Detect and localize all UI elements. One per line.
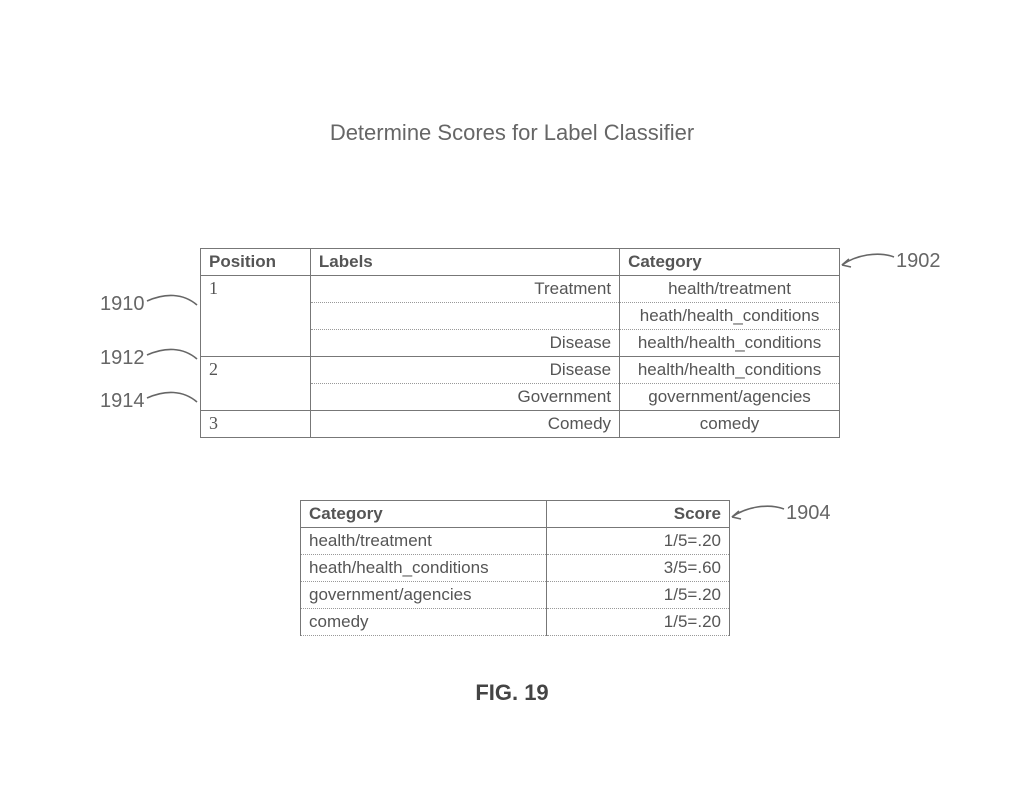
table-row: heath/health_conditions 3/5=.60	[301, 555, 730, 582]
cell-label	[310, 303, 619, 330]
cell-category: health/health_conditions	[620, 357, 840, 384]
col-category: Category	[620, 249, 840, 276]
callout-1912: 1912	[100, 345, 200, 371]
cell-score: 3/5=.60	[547, 555, 730, 582]
callout-label: 1910	[100, 293, 145, 316]
cell-category: heath/health_conditions	[620, 303, 840, 330]
cell-position: 3	[201, 411, 311, 438]
cell-label: Government	[310, 384, 619, 411]
scores-table: Category Score health/treatment 1/5=.20 …	[300, 500, 730, 636]
callout-label: 1904	[786, 502, 831, 525]
table-header-row: Category Score	[301, 501, 730, 528]
cell-category: government/agencies	[301, 582, 547, 609]
page-title: Determine Scores for Label Classifier	[0, 120, 1024, 146]
callout-1902: 1902	[838, 250, 941, 273]
cell-label: Disease	[310, 357, 619, 384]
labels-table: Position Labels Category 1 Treatment hea…	[200, 248, 840, 438]
table-row: comedy 1/5=.20	[301, 609, 730, 636]
table-row: government/agencies 1/5=.20	[301, 582, 730, 609]
leader-line-icon	[145, 345, 200, 371]
cell-label: Treatment	[310, 276, 619, 303]
col-position: Position	[201, 249, 311, 276]
cell-score: 1/5=.20	[547, 582, 730, 609]
callout-label: 1914	[100, 390, 145, 413]
cell-category: comedy	[620, 411, 840, 438]
cell-score: 1/5=.20	[547, 528, 730, 555]
figure-19: Determine Scores for Label Classifier Po…	[0, 0, 1024, 799]
cell-score: 1/5=.20	[547, 609, 730, 636]
cell-category: health/treatment	[620, 276, 840, 303]
col-labels: Labels	[310, 249, 619, 276]
figure-number: FIG. 19	[0, 680, 1024, 706]
cell-category: heath/health_conditions	[301, 555, 547, 582]
leader-line-icon	[145, 388, 200, 414]
cell-category: government/agencies	[620, 384, 840, 411]
table-row: 3 Comedy comedy	[201, 411, 840, 438]
callout-1910: 1910	[100, 291, 200, 317]
leader-arrow-icon	[838, 251, 896, 273]
cell-category: health/health_conditions	[620, 330, 840, 357]
callout-label: 1912	[100, 347, 145, 370]
leader-arrow-icon	[728, 503, 786, 525]
table-row: 1 Treatment health/treatment	[201, 276, 840, 303]
cell-label: Comedy	[310, 411, 619, 438]
cell-position: 1	[201, 276, 311, 357]
cell-category: health/treatment	[301, 528, 547, 555]
callout-1914: 1914	[100, 388, 200, 414]
table-row: health/treatment 1/5=.20	[301, 528, 730, 555]
callout-label: 1902	[896, 250, 941, 273]
col-category: Category	[301, 501, 547, 528]
leader-line-icon	[145, 291, 200, 317]
cell-position: 2	[201, 357, 311, 411]
table-row: 2 Disease health/health_conditions	[201, 357, 840, 384]
cell-label: Disease	[310, 330, 619, 357]
cell-category: comedy	[301, 609, 547, 636]
table-header-row: Position Labels Category	[201, 249, 840, 276]
col-score: Score	[547, 501, 730, 528]
callout-1904: 1904	[728, 502, 831, 525]
